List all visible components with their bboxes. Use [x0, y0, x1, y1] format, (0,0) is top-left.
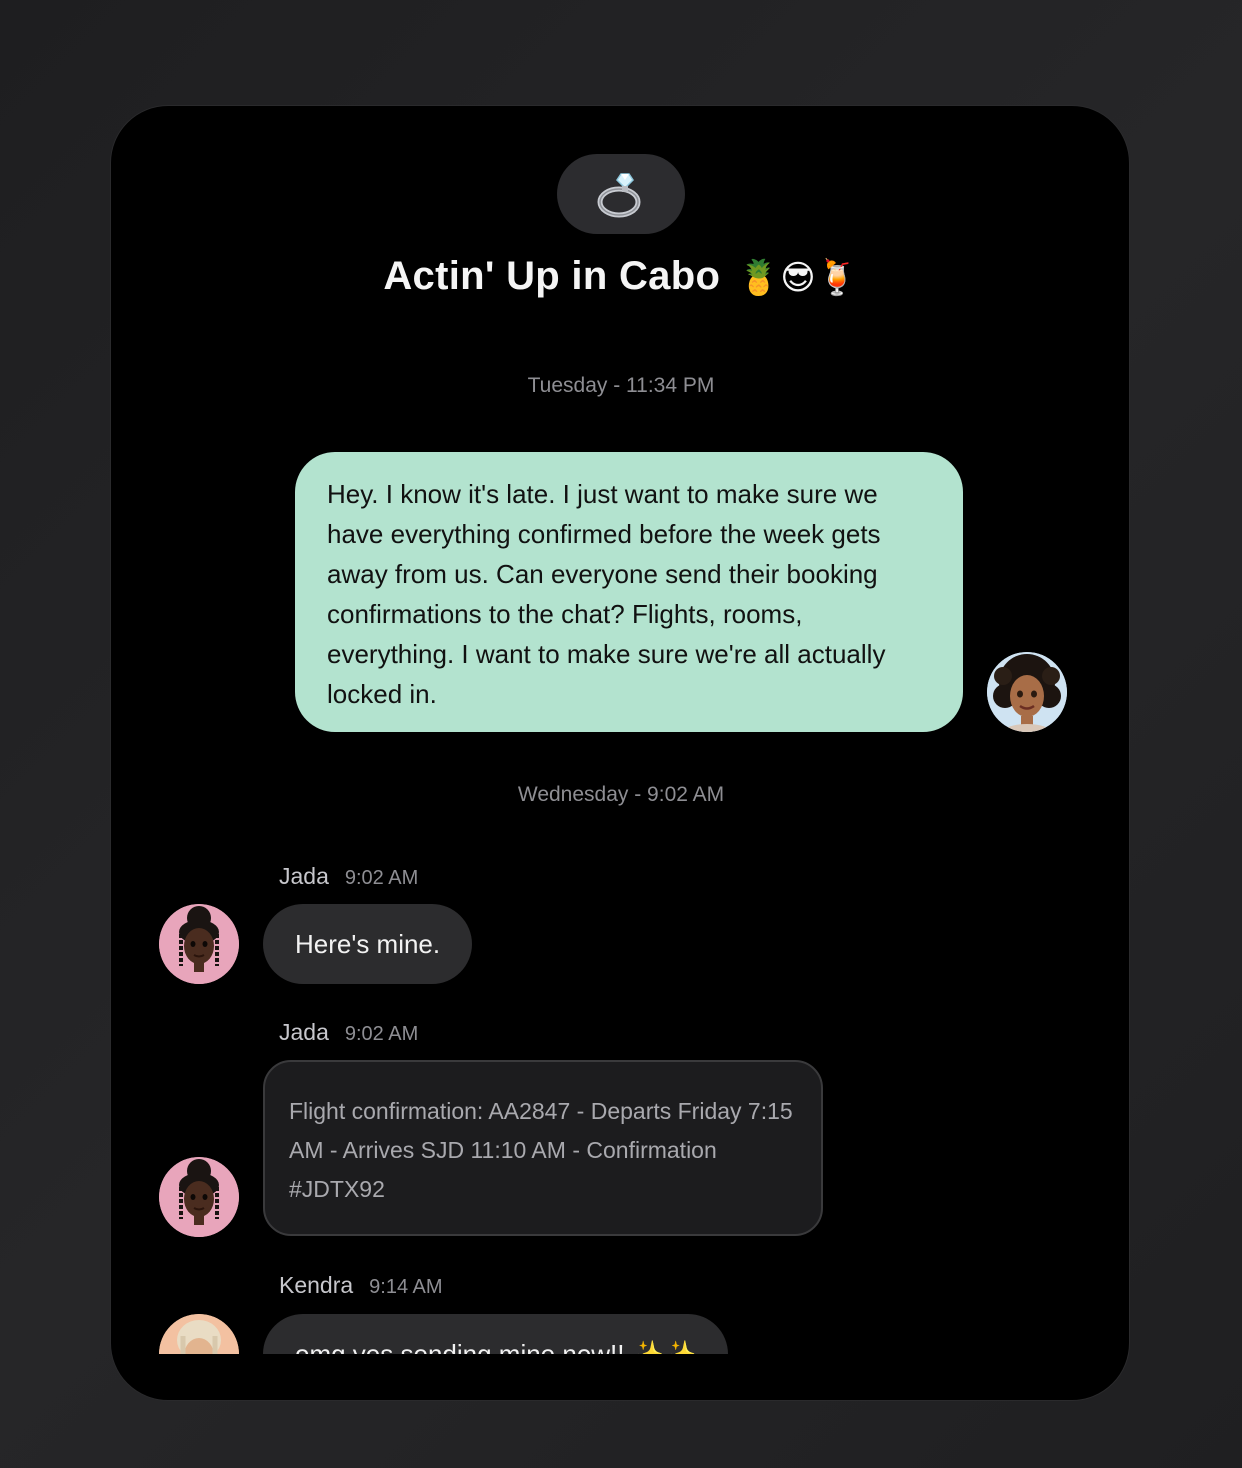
- ring-icon: [597, 173, 641, 218]
- jada-avatar[interactable]: [159, 1157, 239, 1237]
- my-avatar[interactable]: [987, 652, 1067, 732]
- message-time: 9:14 AM: [369, 1276, 443, 1298]
- memoji-avatar-icon: [159, 1314, 239, 1354]
- day-timestamp: Tuesday - 11:34 PM: [527, 374, 715, 397]
- sender-name: Jada: [279, 1019, 329, 1045]
- incoming-message-bubble[interactable]: Here's mine.: [263, 904, 473, 984]
- message-time: 9:02 AM: [344, 1023, 419, 1045]
- chat-window: Actin' Up in Cabo 🍍😎🍹 Tuesday - 11:34 PM…: [110, 105, 1130, 1401]
- message-time: 9:02 AM: [344, 867, 419, 889]
- outgoing-message-bubble[interactable]: Hey. I know it's late. I just want to ma…: [295, 452, 963, 732]
- message-header: Jada 9:02 AM: [279, 863, 418, 890]
- day-timestamp: Wednesday - 9:02 AM: [517, 783, 725, 806]
- message-scroll-area[interactable]: Actin' Up in Cabo 🍍😎🍹 Tuesday - 11:34 PM…: [111, 106, 1129, 1354]
- sender-name: Kendra: [279, 1272, 354, 1298]
- incoming-message-bubble[interactable]: omg yes sending mine now!! ✨✨: [263, 1314, 729, 1354]
- memoji-avatar-icon: [159, 904, 239, 984]
- group-title-emoji: 🍍😎🍹: [737, 259, 859, 297]
- message-header: Jada 9:02 AM: [279, 1019, 418, 1046]
- sender-name: Jada: [279, 863, 329, 889]
- message-header: Kendra 9:14 AM: [279, 1272, 443, 1299]
- memoji-avatar-icon: [159, 1157, 239, 1237]
- kendra-avatar[interactable]: [159, 1314, 239, 1354]
- group-title-text: Actin' Up in Cabo: [383, 254, 721, 298]
- group-title: Actin' Up in Cabo 🍍😎🍹: [111, 254, 1129, 299]
- memoji-avatar-icon: [987, 652, 1067, 732]
- jada-avatar[interactable]: [159, 904, 239, 984]
- group-icon-button[interactable]: [557, 154, 685, 234]
- flight-confirmation-card[interactable]: Flight confirmation: AA2847 - Departs Fr…: [263, 1060, 823, 1236]
